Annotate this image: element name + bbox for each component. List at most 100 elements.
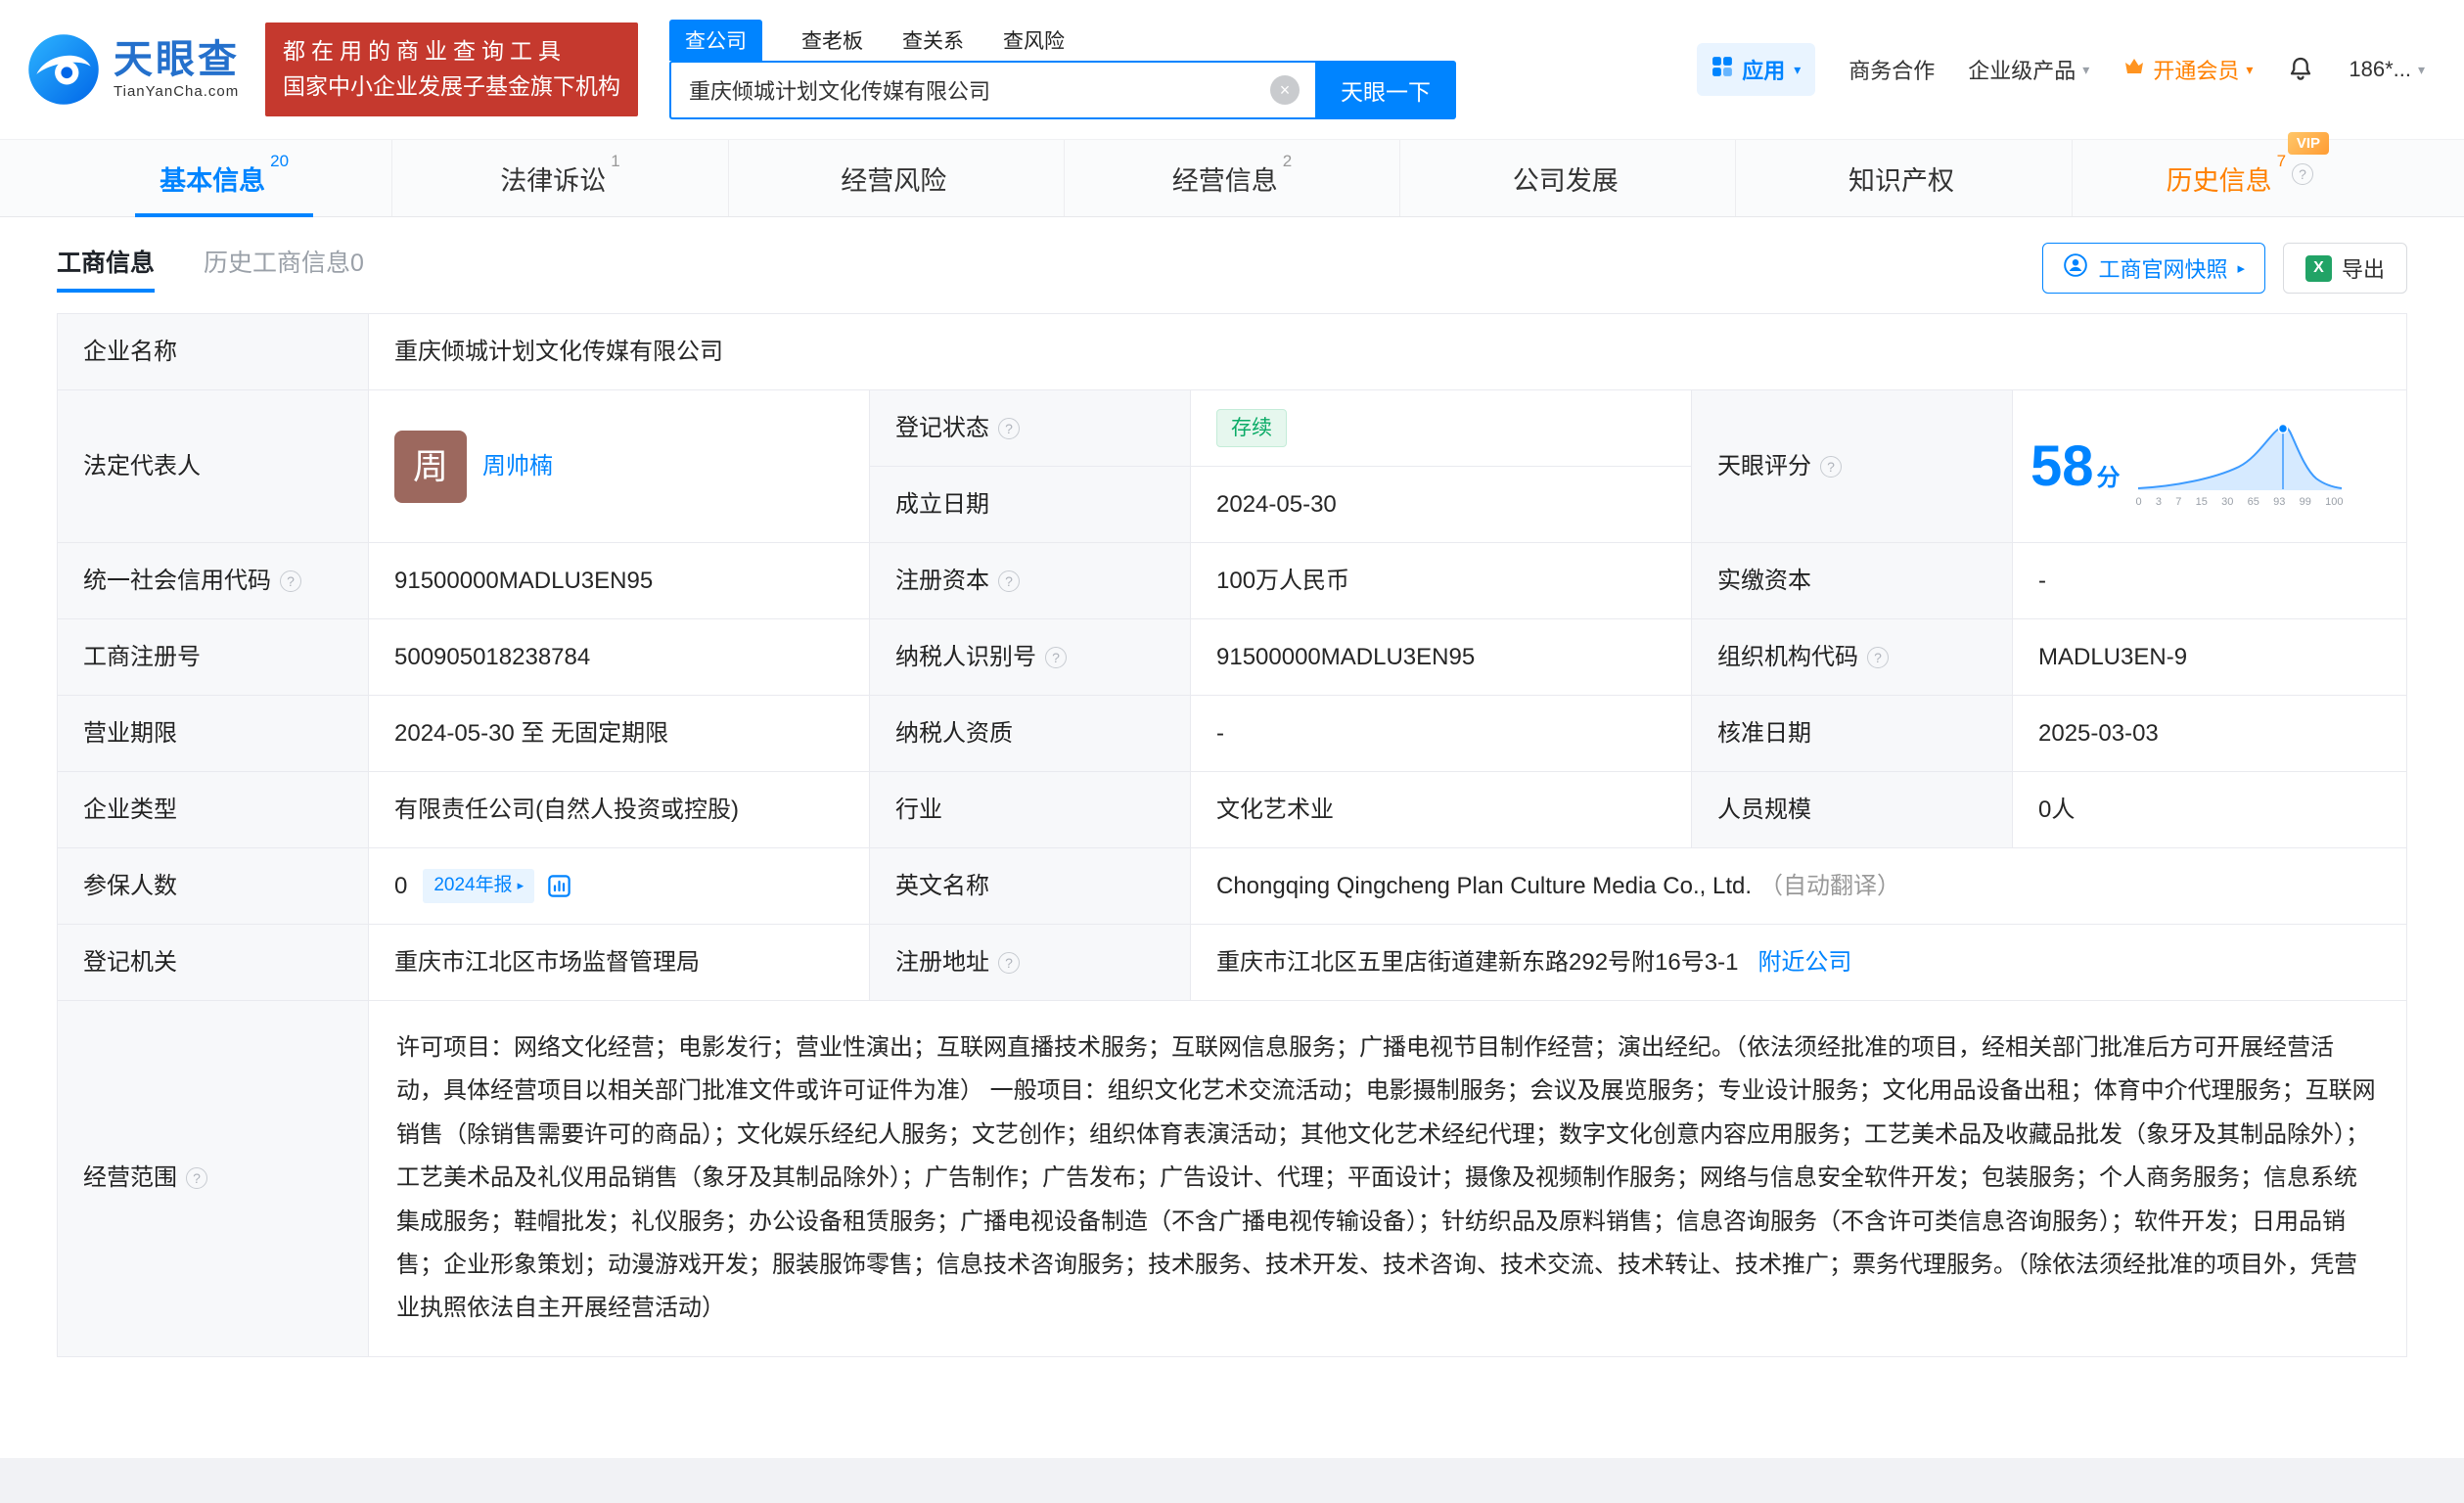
field-label-legal-rep: 法定代表人 [58,390,369,542]
reg-number-value: 500905018238784 [369,619,870,695]
field-label-insured: 参保人数 [58,848,369,924]
table-row: 企业类型 有限责任公司(自然人投资或控股) 行业 文化艺术业 人员规模 0人 [58,772,2406,848]
score-axis: 0 3 7 15 30 65 93 99 100 [2135,496,2344,509]
chevron-down-icon: ▾ [2417,62,2425,77]
help-icon[interactable]: ? [1867,646,1889,668]
score-distribution-chart: 0 3 7 15 30 65 93 99 100 [2136,422,2344,511]
tab-label: 历史信息 [2166,165,2272,196]
tab-legal-proceedings[interactable]: 法律诉讼 1 [392,140,729,216]
subtab-row: 工商信息 历史工商信息0 工商官网快照 ▸ X 导出 [0,217,2464,309]
tab-label: 基本信息 [160,165,266,196]
annual-report-chart-icon[interactable] [546,873,572,899]
legal-rep-value: 周 周帅楠 [369,390,870,542]
field-label-industry: 行业 [870,772,1191,847]
status-badge: 存续 [1216,408,1287,448]
table-row: 参保人数 0 2024年报 ▸ 英文名称 Chongqing Qingcheng… [58,848,2406,925]
nav-open-membership[interactable]: 开通会员 ▾ [2122,54,2253,85]
legal-rep-link[interactable]: 周帅楠 [482,449,553,484]
crown-icon [2122,55,2146,84]
table-row: 工商注册号 500905018238784 纳税人识别号 ? 91500000M… [58,619,2406,696]
establish-date-value: 2024-05-30 [1191,467,1692,542]
help-icon[interactable]: ? [280,569,301,592]
page: 天眼查 TianYanCha.com 都在用的商业查询工具 国家中小企业发展子基… [0,0,2464,1503]
help-icon[interactable]: ? [186,1167,207,1190]
subtab-history-business-registration[interactable]: 历史工商信息0 [204,244,364,293]
clear-search-icon[interactable]: × [1270,75,1300,105]
business-scope-value: 许可项目：网络文化经营；电影发行；营业性演出；互联网直播技术服务；互联网信息服务… [396,1034,2376,1322]
field-label-paid-capital: 实缴资本 [1692,543,2013,618]
logo[interactable]: 天眼查 TianYanCha.com [25,31,240,108]
business-info-table: 企业名称 重庆倾城计划文化传媒有限公司 法定代表人 周 周帅楠 登记状态 ? 存… [57,313,2407,1357]
search-area: 查公司 查老板 查关系 查风险 × 天眼一下 [669,20,1456,119]
help-icon[interactable]: ? [998,569,1020,592]
table-row: 经营范围 ? 许可项目：网络文化经营；电影发行；营业性演出；互联网直播技术服务；… [58,1001,2406,1356]
slogan-line1: 都在用的商业查询工具 [283,38,567,65]
apps-label: 应用 [1742,59,1786,83]
tab-label: 公司发展 [1512,165,1619,196]
field-label-org-code: 组织机构代码 ? [1692,619,2013,695]
tab-count: 1 [611,151,620,170]
tab-history-info[interactable]: 历史信息 7 ? VIP [2073,131,2407,216]
table-row: 企业名称 重庆倾城计划文化传媒有限公司 [58,314,2406,390]
tab-business-risk[interactable]: 经营风险 [729,140,1065,216]
tab-business-info[interactable]: 经营信息 2 [1065,140,1401,216]
tab-label: 法律诉讼 [500,165,607,196]
field-label-approval-date: 核准日期 [1692,696,2013,771]
chevron-down-icon: ▾ [2082,62,2090,77]
table-row: 法定代表人 周 周帅楠 登记状态 ? 存续 成立日期 2024-05-30 天眼… [58,390,2406,543]
search-tab-boss[interactable]: 查老板 [801,20,863,61]
search-tab-relation[interactable]: 查关系 [902,20,964,61]
annual-report-badge[interactable]: 2024年报 ▸ [423,869,535,903]
tab-label: 知识产权 [1848,165,1955,196]
slogan-banner: 都在用的商业查询工具 国家中小企业发展子基金旗下机构 [265,23,638,116]
help-icon[interactable]: ? [2292,162,2314,185]
field-label-taxpayer-quality: 纳税人资质 [870,696,1191,771]
tianyan-score-value: 58 分 0 3 7 15 30 65 93 99 100 [2013,390,2406,542]
tab-company-development[interactable]: 公司发展 [1400,140,1737,216]
slogan-line2: 国家中小企业发展子基金旗下机构 [283,73,620,99]
staff-size-value: 0人 [2038,796,2076,823]
excel-icon: X [2304,254,2332,282]
notification-bell-icon[interactable] [2286,55,2315,84]
help-icon[interactable]: ? [998,417,1020,439]
field-label-english-name: 英文名称 [870,848,1191,924]
company-name-value: 重庆倾城计划文化传媒有限公司 [394,338,723,365]
tab-count: 7 [2276,151,2287,170]
export-button[interactable]: X 导出 [2282,243,2407,294]
nav-account-phone[interactable]: 186*... ▾ [2349,57,2425,82]
legal-rep-avatar[interactable]: 周 [394,430,467,503]
chevron-down-icon: ▾ [2246,62,2254,77]
search-input[interactable] [669,61,1315,119]
help-icon[interactable]: ? [1820,455,1842,478]
nav-business-cooperation[interactable]: 商务合作 [1848,54,1935,85]
subtab-business-registration[interactable]: 工商信息 [57,244,156,293]
english-name-value: Chongqing Qingcheng Plan Culture Media C… [1191,848,2406,924]
search-tabs: 查公司 查老板 查关系 查风险 [669,20,1456,61]
brand-domain: TianYanCha.com [114,83,240,100]
tab-basic-info[interactable]: 基本信息 20 [57,140,393,216]
field-label-taxpayer-id: 纳税人识别号 ? [870,619,1191,695]
nearby-companies-link[interactable]: 附近公司 [1757,945,1851,980]
field-label-address: 注册地址 ? [870,925,1191,1000]
official-snapshot-button[interactable]: 工商官网快照 ▸ [2042,243,2265,294]
chevron-down-icon: ▾ [1794,62,1802,77]
industry-value: 文化艺术业 [1191,772,1692,847]
tab-count: 20 [270,151,290,170]
insured-value: 0 2024年报 ▸ [369,848,870,924]
header: 天眼查 TianYanCha.com 都在用的商业查询工具 国家中小企业发展子基… [0,0,2464,139]
search-button[interactable]: 天眼一下 [1315,61,1456,119]
field-label-credit-code: 统一社会信用代码 ? [58,543,369,618]
paid-capital-value: - [2038,567,2046,594]
apps-button[interactable]: 应用 ▾ [1697,43,1816,96]
credit-code-value: 91500000MADLU3EN95 [369,543,870,618]
help-icon[interactable]: ? [998,951,1020,974]
tab-intellectual-property[interactable]: 知识产权 [1736,140,2073,216]
search-tab-company[interactable]: 查公司 [669,20,762,61]
header-nav: 应用 ▾ 商务合作 企业级产品 ▾ 开通会员 ▾ 186*... ▾ [1697,43,2425,96]
org-code-value: MADLU3EN-9 [2038,643,2188,670]
reg-capital-value: 100万人民币 [1191,543,1692,618]
search-tab-risk[interactable]: 查风险 [1003,20,1065,61]
reg-status-value: 存续 [1191,390,1692,466]
nav-enterprise-products[interactable]: 企业级产品 ▾ [1968,54,2089,85]
help-icon[interactable]: ? [1045,646,1067,668]
